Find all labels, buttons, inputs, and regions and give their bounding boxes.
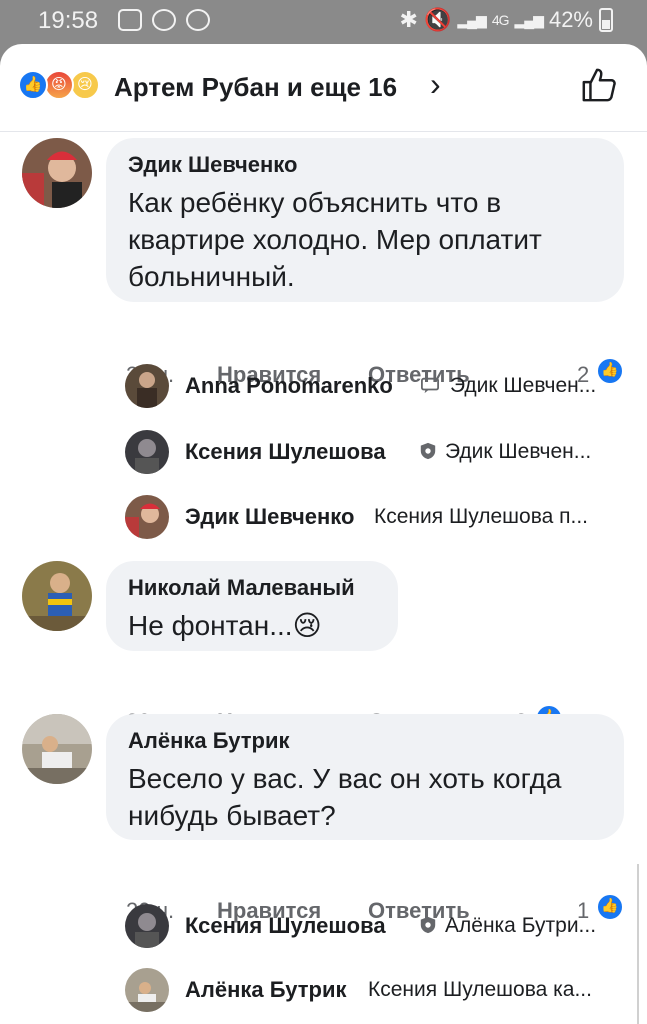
account-icon	[186, 9, 210, 31]
comment-text: Весело у вас. У вас он хоть когда нибудь…	[128, 763, 562, 831]
reply-author[interactable]: Алёнка Бутрик	[185, 977, 347, 1003]
reply-preview: Ксения Шулешова п...	[374, 505, 588, 528]
comment-author[interactable]: Эдик Шевченко	[128, 152, 602, 178]
comment-bubble[interactable]: Эдик Шевченко Как ребёнку объяснить что …	[106, 138, 624, 302]
reply-author[interactable]: Anna Ponomarenko	[185, 373, 393, 399]
like-button-icon[interactable]	[580, 66, 618, 104]
shield-icon	[420, 442, 436, 460]
reply-preview: Алёнка Бутри...	[445, 914, 597, 937]
avatar[interactable]	[125, 430, 169, 474]
shield-icon	[420, 916, 436, 934]
battery-icon	[599, 8, 613, 32]
reply-row[interactable]: Anna Ponomarenko Эдик Шевчен...	[125, 364, 625, 408]
reply-author[interactable]: Эдик Шевченко	[185, 504, 354, 530]
gallery-icon	[118, 9, 142, 31]
avatar[interactable]	[125, 904, 169, 948]
comment-author[interactable]: Николай Малеваный	[128, 575, 376, 601]
comment-text: Как ребёнку объяснить что в квартире хол…	[128, 187, 542, 292]
whatsapp-icon	[152, 9, 176, 31]
reply-icon	[421, 377, 439, 394]
comment-bubble[interactable]: Алёнка Бутрик Весело у вас. У вас он хот…	[106, 714, 624, 840]
comments-sheet: 👍 😡 😢 Артем Рубан и еще 16 › Эдик Шевчен…	[0, 44, 647, 1024]
comment-author[interactable]: Алёнка Бутрик	[128, 728, 602, 754]
reply-preview: Эдик Шевчен...	[450, 374, 597, 397]
angry-reaction-icon: 😡	[44, 70, 74, 100]
status-time: 19:58	[38, 7, 99, 34]
bluetooth-icon: ✱	[399, 7, 418, 32]
scrollbar[interactable]	[637, 864, 639, 1024]
reply-row[interactable]: Ксения Шулешова Эдик Шевчен...	[125, 430, 625, 474]
sad-reaction-icon: 😢	[70, 70, 100, 100]
avatar[interactable]	[22, 561, 92, 631]
avatar[interactable]	[22, 138, 92, 208]
reply-preview: Ксения Шулешова ка...	[368, 978, 592, 1001]
comment-text: Не фонтан...😢	[128, 610, 322, 641]
like-reaction-icon: 👍	[18, 70, 48, 100]
reply-row[interactable]: Эдик Шевченко Ксения Шулешова п...	[125, 495, 625, 539]
avatar[interactable]	[125, 968, 169, 1012]
reply-row[interactable]: Алёнка Бутрик Ксения Шулешова ка...	[125, 968, 625, 1012]
mute-icon: 🔇	[423, 7, 452, 32]
network-type: 4G	[491, 12, 510, 28]
battery-percent: 42%	[548, 7, 593, 32]
reply-preview: Эдик Шевчен...	[445, 440, 592, 463]
status-bar: 19:58 ✱ 🔇 ▂▄▆ 4G ▂▄▆ 42%	[0, 0, 647, 44]
reactions-header[interactable]: 👍 😡 😢 Артем Рубан и еще 16 ›	[0, 44, 647, 132]
avatar[interactable]	[125, 495, 169, 539]
avatar[interactable]	[22, 714, 92, 784]
reply-author[interactable]: Ксения Шулешова	[185, 439, 386, 465]
signal-icon-2: ▂▄▆	[514, 11, 544, 28]
reactions-summary[interactable]: Артем Рубан и еще 16	[114, 72, 397, 103]
reply-author[interactable]: Ксения Шулешова	[185, 913, 386, 939]
signal-icon: ▂▄▆	[457, 11, 486, 28]
comment-bubble[interactable]: Николай Малеваный Не фонтан...😢	[106, 561, 398, 651]
chevron-right-icon[interactable]: ›	[430, 66, 441, 103]
avatar[interactable]	[125, 364, 169, 408]
reply-row[interactable]: Ксения Шулешова Алёнка Бутри...	[125, 904, 625, 948]
